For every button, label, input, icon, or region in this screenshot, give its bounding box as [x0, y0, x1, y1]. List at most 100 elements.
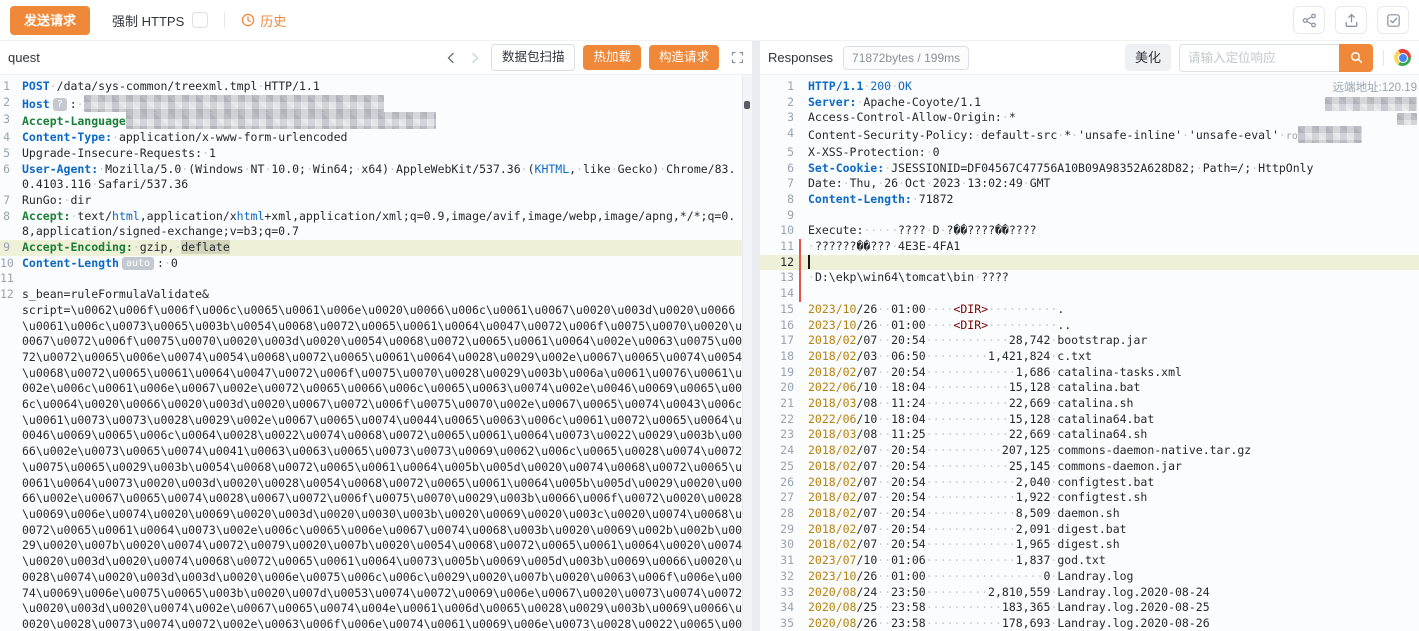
- request-line[interactable]: 9 Accept-Encoding:·gzip,·deflate: [0, 240, 752, 256]
- response-line[interactable]: 182018/02/03··06:50·········1,421,824·c.…: [760, 349, 1419, 365]
- line-content: Upgrade-Insecure-Requests:·1: [22, 146, 752, 162]
- response-line[interactable]: 162023/10/26··01:00····<DIR>··········..: [760, 318, 1419, 334]
- line-number: 8: [760, 192, 794, 208]
- response-line[interactable]: 5X-XSS-Protection:·0: [760, 145, 1419, 161]
- request-line[interactable]: 11: [0, 271, 752, 287]
- line-content: 2020/08/24··23:50·········2,810,559·Land…: [808, 585, 1419, 601]
- response-line[interactable]: 312023/07/10··01:06·············1,837·go…: [760, 553, 1419, 569]
- request-line[interactable]: 6User-Agent:·Mozilla/5.0·(Windows·NT·10.…: [0, 162, 752, 193]
- response-line[interactable]: 13·D:\ekp\win64\tomcat\bin·????: [760, 270, 1419, 286]
- response-line[interactable]: 292018/02/07··20:54·············2,091·di…: [760, 522, 1419, 538]
- request-line[interactable]: 7RunGo:·dir: [0, 193, 752, 209]
- line-number: 12: [760, 255, 794, 271]
- force-https-checkbox[interactable]: [192, 12, 208, 28]
- response-line[interactable]: 2Server:·Apache-Coyote/1.1: [760, 95, 1419, 111]
- response-line[interactable]: 8 Content-Length:·71872: [760, 192, 1419, 208]
- redacted-mosaic: [1298, 126, 1362, 143]
- response-line[interactable]: 6 Set-Cookie:·JSESSIONID=DF04567C47756A10…: [760, 161, 1419, 177]
- response-line[interactable]: 1HTTP/1.1·200·OK: [760, 79, 1419, 95]
- header-divider: [1383, 50, 1384, 66]
- request-line[interactable]: 8Accept:·text/html,application/xhtml+xml…: [0, 209, 752, 240]
- response-size-time-badge: 71872bytes / 199ms: [843, 46, 969, 70]
- request-panel-title: quest: [8, 50, 40, 65]
- line-number: 9: [760, 208, 794, 224]
- line-number: 8: [0, 209, 10, 240]
- response-line[interactable]: 252018/02/07··20:54············25,145·co…: [760, 459, 1419, 475]
- response-line[interactable]: 4Content-Security-Policy:·default-src·*·…: [760, 126, 1419, 145]
- chevron-left-icon[interactable]: [443, 50, 459, 66]
- send-request-button[interactable]: 发送请求: [10, 6, 90, 35]
- line-content: User-Agent:·Mozilla/5.0·(Windows·NT·10.0…: [22, 162, 752, 193]
- locate-response-input[interactable]: [1179, 44, 1339, 72]
- expand-icon[interactable]: [731, 51, 744, 64]
- response-line[interactable]: 322023/10/26··01:00·················0·La…: [760, 569, 1419, 585]
- host-help-chip[interactable]: ?: [53, 98, 67, 111]
- line-number: 6: [760, 161, 794, 177]
- line-content: 2018/02/07··20:54···········207,125·comm…: [808, 443, 1419, 459]
- line-number: 5: [760, 145, 794, 161]
- beautify-button[interactable]: 美化: [1125, 44, 1171, 71]
- line-content: 2023/07/10··01:06·············1,837·god.…: [808, 553, 1419, 569]
- request-line[interactable]: 5 Upgrade-Insecure-Requests:·1: [0, 146, 752, 162]
- response-line[interactable]: 212018/03/08··11:24············22,669·ca…: [760, 396, 1419, 412]
- line-number: 5: [0, 146, 10, 162]
- line-content: ·??????��???·4E3E-4FA1: [808, 239, 1419, 255]
- response-line[interactable]: 11·??????��???·4E3E-4FA1: [760, 239, 1419, 255]
- auto-length-chip[interactable]: auto: [122, 257, 154, 270]
- line-number: 29: [760, 522, 794, 538]
- request-line[interactable]: 2Host?:·: [0, 95, 752, 113]
- response-tab[interactable]: Responses: [768, 50, 833, 65]
- clock-icon: [241, 13, 255, 27]
- line-number: 3: [0, 112, 10, 130]
- request-line[interactable]: 4Content-Type:·application/x-www-form-ur…: [0, 130, 752, 146]
- history-button[interactable]: 历史: [241, 11, 286, 30]
- line-number: 3: [760, 110, 794, 126]
- search-button[interactable]: [1339, 44, 1373, 72]
- hot-reload-button[interactable]: 热加载: [583, 45, 641, 70]
- line-content: Content-Length:·71872: [808, 192, 1419, 208]
- build-request-button[interactable]: 构造请求: [649, 45, 719, 70]
- response-line[interactable]: 302018/02/07··20:54·············1,965·di…: [760, 537, 1419, 553]
- request-line[interactable]: 10Content-Lengthauto:·0: [0, 256, 752, 272]
- request-line[interactable]: 3Accept-Language: [0, 112, 752, 130]
- request-editor[interactable]: 1POST·/data/sys-common/treexml.tmpl·HTTP…: [0, 75, 752, 631]
- share-icon[interactable]: [1293, 6, 1325, 34]
- request-line[interactable]: 12s_bean=ruleFormulaValidate&: [0, 287, 752, 303]
- panel-splitter[interactable]: [752, 41, 760, 631]
- packet-scan-button[interactable]: 数据包扫描: [491, 44, 576, 71]
- line-content: Set-Cookie:·JSESSIONID=DF04567C47756A10B…: [808, 161, 1419, 177]
- response-line[interactable]: 332020/08/24··23:50·········2,810,559·La…: [760, 585, 1419, 601]
- request-line[interactable]: script=\u0062\u006f\u006f\u006c\u0065\u0…: [0, 303, 752, 631]
- export-icon[interactable]: [1335, 6, 1367, 34]
- redacted-mosaic: [1325, 97, 1417, 111]
- chevron-right-icon[interactable]: [467, 50, 483, 66]
- response-line[interactable]: 262018/02/07··20:54·············2,040·co…: [760, 475, 1419, 491]
- response-line[interactable]: 192018/02/07··20:54·············1,686·ca…: [760, 365, 1419, 381]
- line-content: 2018/02/03··06:50·········1,421,824·c.tx…: [808, 349, 1419, 365]
- response-line[interactable]: 10Execute:·····????·D·?��????��????: [760, 223, 1419, 239]
- line-content: 2018/02/07··20:54·············2,040·conf…: [808, 475, 1419, 491]
- response-line[interactable]: 282018/02/07··20:54·············8,509·da…: [760, 506, 1419, 522]
- request-line[interactable]: 1POST·/data/sys-common/treexml.tmpl·HTTP…: [0, 79, 752, 95]
- response-line[interactable]: 9: [760, 208, 1419, 224]
- response-line[interactable]: 202022/06/10··18:04············15,128·ca…: [760, 380, 1419, 396]
- line-content: 2022/06/10··18:04············15,128·cata…: [808, 380, 1419, 396]
- line-content: Accept-Encoding:·gzip,·deflate: [22, 240, 752, 256]
- chrome-icon[interactable]: [1394, 49, 1411, 66]
- response-editor[interactable]: 1HTTP/1.1·200·OK2Server:·Apache-Coyote/1…: [760, 75, 1419, 631]
- response-line[interactable]: 7Date:·Thu,·26·Oct·2023·13:02:49·GMT: [760, 176, 1419, 192]
- line-number: 9: [0, 240, 10, 256]
- response-line[interactable]: 152023/10/26··01:00····<DIR>··········.: [760, 302, 1419, 318]
- response-line[interactable]: 12: [760, 255, 1419, 271]
- task-check-icon[interactable]: [1377, 6, 1409, 34]
- response-line[interactable]: 242018/02/07··20:54···········207,125·co…: [760, 443, 1419, 459]
- response-line[interactable]: 272018/02/07··20:54·············1,922·co…: [760, 490, 1419, 506]
- response-line[interactable]: 342020/08/25··23:58···········183,365·La…: [760, 600, 1419, 616]
- response-line[interactable]: 352020/08/26··23:58···········178,693·La…: [760, 616, 1419, 631]
- response-line[interactable]: 172018/02/07··20:54············28,742·bo…: [760, 333, 1419, 349]
- response-line[interactable]: 3Access-Control-Allow-Origin:·*: [760, 110, 1419, 126]
- response-line[interactable]: 14: [760, 286, 1419, 302]
- response-line[interactable]: 232018/03/08··11:25············22,669·ca…: [760, 427, 1419, 443]
- response-line[interactable]: 222022/06/10··18:04············15,128·ca…: [760, 412, 1419, 428]
- response-panel: Responses 71872bytes / 199ms 美化 1HTTP/1.…: [760, 41, 1419, 631]
